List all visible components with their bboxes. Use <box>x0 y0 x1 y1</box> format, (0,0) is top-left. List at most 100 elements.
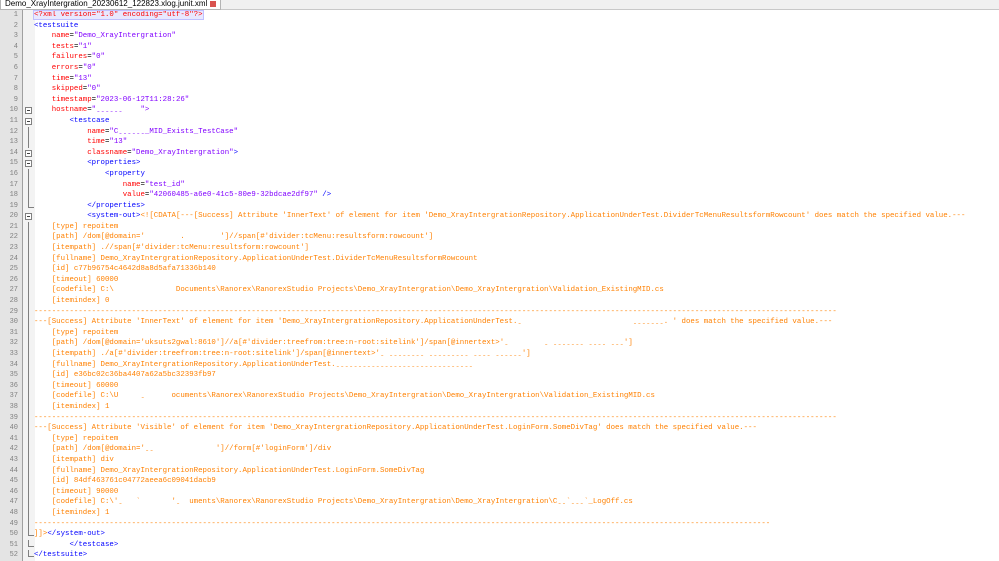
line-number: 16 <box>9 169 18 178</box>
code-line[interactable]: 11 <testcase <box>0 116 999 127</box>
code-line[interactable]: 10 hostname="ˍˍˍˍˍˍ "> <box>0 105 999 116</box>
code-line[interactable]: 29 --------------------------------------… <box>0 306 999 318</box>
token-cdata: [path] /dom[@domain='ˍˍ ']//form[#'login… <box>51 445 332 454</box>
code-line[interactable]: 3 name="Demo_XrayIntergration" <box>0 31 999 42</box>
token-tag: <property <box>104 169 145 178</box>
line-content: <properties> <box>87 159 140 167</box>
fold-toggle-icon[interactable] <box>25 213 32 221</box>
code-line[interactable]: 46 [timeout] 90000 <box>0 486 999 498</box>
code-line[interactable]: 44 [fullname] Demo_XrayIntergrationRepos… <box>0 465 999 477</box>
tab-file[interactable]: Demo_XrayIntergration_20230612_122823.xl… <box>0 0 222 10</box>
code-line[interactable]: 28 [itemindex] 0 <box>0 296 999 307</box>
code-line[interactable]: 18 value="42060485-a6e0-41c5-80e9-32bdca… <box>0 190 999 201</box>
code-line[interactable]: 48 [itemindex] 1 <box>0 507 999 519</box>
code-line[interactable]: 45 [id] 84df463761c04772aeea6c09041dacb9 <box>0 476 999 487</box>
line-number: 35 <box>9 371 18 380</box>
line-number: 27 <box>9 286 18 295</box>
line-number: 17 <box>9 180 18 189</box>
code-line[interactable]: 38 [itemindex] 1 <box>0 401 999 413</box>
fold-guide <box>28 380 29 392</box>
token-tag: > <box>233 148 239 157</box>
token-cdata: [id] c77b96754c4642d8a8d5afa71336b140 <box>51 265 216 274</box>
code-line[interactable]: 19 </properties> <box>0 200 999 212</box>
code-line[interactable]: 2 <testsuite <box>0 21 999 32</box>
code-line[interactable]: 41 [type] repoitem <box>0 433 999 445</box>
token-attr: errors <box>51 63 79 72</box>
code-line[interactable]: 21 [type] repoitem <box>0 221 999 233</box>
token-cdata: [type] repoitem <box>51 328 119 337</box>
code-text: [codefile] C:\ Documents\Ranorex\Ranorex… <box>34 285 664 296</box>
code-line[interactable]: 35 [id] e36bc02c36ba4407a62a5bc32393fb97 <box>0 370 999 381</box>
fold-toggle-icon[interactable] <box>25 117 32 125</box>
tab-close-icon[interactable] <box>210 0 217 7</box>
code-line[interactable]: 20 <system-out><![CDATA[---[Success] Att… <box>0 211 999 222</box>
fold-guide <box>28 370 29 381</box>
line-number: 33 <box>9 350 18 358</box>
code-line[interactable]: 25 [id] c77b96754c4642d8a8d5afa71336b140 <box>0 264 999 275</box>
token-pi: <?xml version="1.0" encoding="utf-8"?> <box>34 11 203 19</box>
token-cdata: [timeout] 90000 <box>51 487 119 496</box>
code-line[interactable]: 50]]></system-out> <box>0 529 999 540</box>
code-line[interactable]: 31 [type] repoitem <box>0 327 999 339</box>
code-line[interactable]: 37 [codefile] C:\U ˍ ocuments\Ranorex\Ra… <box>0 391 999 402</box>
code-line[interactable]: 43 [itempath] div <box>0 454 999 466</box>
line-content: [id] c77b96754c4642d8a8d5afa71336b140 <box>52 265 216 273</box>
line-number: 8 <box>13 85 18 94</box>
code-line[interactable]: 39 --------------------------------------… <box>0 412 999 424</box>
code-line[interactable]: 40 ---[Success] Attribute 'Visible' of el… <box>0 423 999 434</box>
code-line[interactable]: 33 [itempath] ./a[#'divider:treefrom:tre… <box>0 349 999 360</box>
fold-guide <box>28 264 29 275</box>
token-val: "Demo_XrayIntergration" <box>73 32 176 41</box>
fold-guide <box>28 423 29 434</box>
code-line[interactable]: 15 <properties> <box>0 158 999 169</box>
code-line[interactable]: 1 <?xml version="1.0" encoding="utf-8"?> <box>0 10 999 21</box>
code-line[interactable]: 23 [itempath] .//span[#'divider:tcMenu:r… <box>0 243 999 254</box>
code-line[interactable]: 5 failures="0" <box>0 52 999 63</box>
line-number: 46 <box>9 487 18 496</box>
code-line[interactable]: 34 [fullname] Demo_XrayIntergrationRepos… <box>0 359 999 371</box>
code-line[interactable]: 30 ---[Success] Attribute 'InnerText' of … <box>0 317 999 328</box>
line-number: 47 <box>9 498 18 507</box>
code-line[interactable]: 7 time="13" <box>0 74 999 85</box>
line-number: 28 <box>9 297 18 306</box>
code-line[interactable]: 42 [path] /dom[@domain='ˍˍ ']//form[#'lo… <box>0 444 999 455</box>
code-line[interactable]: 52 </testsuite> <box>0 550 999 561</box>
code-line[interactable]: 32 [path] /dom[@domain='uksuts2gwal:8610… <box>0 338 999 349</box>
code-line[interactable]: 27 [codefile] C:\ Documents\Ranorex\Rano… <box>0 285 999 297</box>
fold-toggle-icon[interactable] <box>25 107 32 115</box>
fold-guide <box>28 518 29 530</box>
code-line[interactable]: 36 [timeout] 60000 <box>0 380 999 392</box>
fold-guide <box>28 412 29 424</box>
code-line[interactable]: 51 </testcase> <box>0 539 999 551</box>
fold-toggle-icon[interactable] <box>25 160 32 168</box>
code-line[interactable]: 4 tests="1" <box>0 42 999 53</box>
code-line[interactable]: 9 timestamp="2023-06-12T11:28:26" <box>0 95 999 106</box>
line-number: 32 <box>9 339 18 348</box>
token-cdata: [itempath] .//span[#'divider:tcMenu:resu… <box>51 244 309 253</box>
fold-toggle-icon[interactable] <box>25 149 32 157</box>
line-content: [codefile] C:\ Documents\Ranorex\Ranorex… <box>52 286 664 294</box>
code-line[interactable]: 13 time="13" <box>0 137 999 148</box>
code-text: <property <box>34 169 145 180</box>
line-content: [type] repoitem <box>52 223 119 231</box>
code-line[interactable]: 6 errors="0" <box>0 63 999 74</box>
code-line[interactable]: 16 <property <box>0 168 999 180</box>
code-line[interactable]: 47 [codefile] C:\'ˍ ` 'ˍ uments\Ranorex\… <box>0 497 999 508</box>
code-line[interactable]: 26 [timeout] 60000 <box>0 274 999 286</box>
code-line[interactable]: 17 name="test_id" <box>0 179 999 191</box>
code-line[interactable]: 22 [path] /dom[@domain=' . ']//span[#'di… <box>0 232 999 244</box>
code-line[interactable]: 24 [fullname] Demo_XrayIntergrationRepos… <box>0 253 999 265</box>
code-line[interactable]: 14 classname="Demo_XrayIntergration"> <box>0 148 999 159</box>
token-cdata: [type] repoitem <box>51 434 119 443</box>
code-line[interactable]: 12 name="Cˍˍˍˍˍˍ_MID_Exists_TestCase" <box>0 126 999 138</box>
line-content: </properties> <box>87 202 145 210</box>
code-line[interactable]: 8 skipped="0" <box>0 84 999 95</box>
code-line[interactable]: 49 --------------------------------------… <box>0 518 999 530</box>
code-editor[interactable]: 1 <?xml version="1.0" encoding="utf-8"?> 2… <box>0 10 999 561</box>
